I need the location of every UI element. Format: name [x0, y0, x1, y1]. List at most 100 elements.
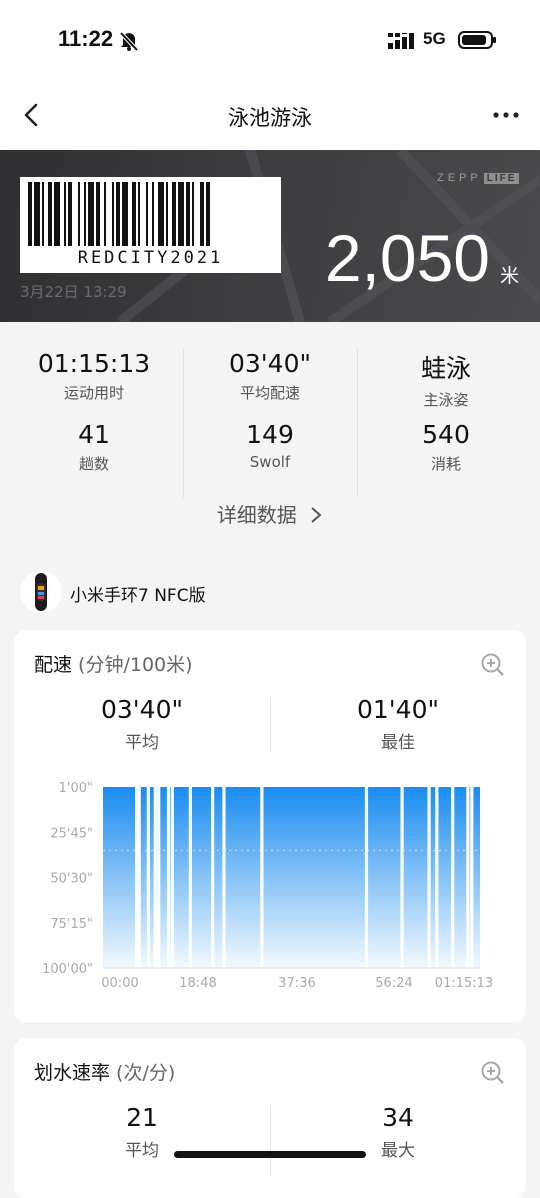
pace-gap [427, 786, 431, 969]
device-avatar [20, 571, 62, 613]
stats-grid: 01:15:13 运动用时 03'40" 平均配速 蛙泳 主泳姿 41 趟数 1… [0, 322, 540, 544]
barcode-bar [48, 182, 52, 246]
zepp-life-logo: ZEPP LIFE [437, 172, 520, 184]
status-bar: 11:22 5G [0, 0, 540, 80]
y-tick-label: 25'45" [50, 826, 93, 841]
pace-gap [364, 786, 369, 969]
barcode-bar [96, 182, 100, 246]
barcode-bar [64, 182, 66, 246]
x-tick-label: 56:24 [375, 976, 412, 991]
pace-gap [153, 786, 157, 969]
network-type: 5G [423, 29, 446, 48]
stat-value: 41 [78, 420, 110, 449]
x-tick-label: 01:15:13 [435, 976, 493, 991]
workout-banner: REDCITY2021 3月22日 13:29 ZEPP LIFE 2,050 … [0, 150, 540, 322]
pace-gap [137, 786, 141, 969]
pace-gap [435, 786, 439, 969]
distance-unit: 米 [500, 265, 520, 287]
barcode-bar [28, 182, 32, 246]
barcode-bar [54, 182, 60, 246]
divider [357, 348, 358, 498]
home-indicator [174, 1151, 366, 1158]
stat-calories: 540 消耗 [356, 420, 536, 474]
barcode-bar [146, 182, 148, 246]
x-tick-label: 00:00 [101, 976, 138, 991]
stroke-card-title: 划水速率 (次/分) [34, 1058, 175, 1085]
stat-value: 蛙泳 [420, 354, 471, 383]
stat-label: 趟数 [78, 455, 109, 473]
pace-gap [260, 786, 264, 969]
barcode-bar [172, 182, 176, 246]
stat-duration: 01:15:13 运动用时 [4, 349, 184, 403]
stroke-title: 划水速率 [34, 1062, 111, 1084]
barcode-bar [158, 182, 164, 246]
y-tick-label: 1'00" [59, 781, 93, 796]
stat-label: 平均配速 [239, 384, 300, 402]
pace-gap [222, 786, 226, 969]
barcode-text: REDCITY2021 [77, 248, 224, 268]
pace-chart: 1'00" 25'45" 50'30" 75'15" 100'00" 00:00 18:48… [42, 781, 493, 991]
stat-label: 主泳姿 [423, 391, 469, 409]
stroke-rate-card: 划水速率 (次/分) 21 平均 34 最大 [14, 1038, 526, 1198]
barcode-bar [166, 182, 168, 246]
device-name: 小米手环7 NFC版 [70, 586, 206, 606]
pace-gap [400, 786, 404, 969]
nav-bar: 泳池游泳 [0, 80, 540, 150]
stroke-avg-value: 21 [126, 1103, 158, 1132]
pace-gap [470, 786, 474, 969]
stat-swolf: 149 Swolf [180, 420, 360, 471]
logo-zepp: ZEPP [437, 172, 482, 184]
pace-gap [451, 786, 455, 969]
barcode-bar [138, 182, 140, 246]
barcode-bar [122, 182, 128, 246]
page-title: 泳池游泳 [228, 106, 312, 130]
stat-label: 运动用时 [63, 384, 124, 402]
y-tick-label: 75'15" [50, 917, 93, 932]
workout-date: 3月22日 13:29 [20, 283, 127, 301]
barcode-bar [116, 182, 120, 246]
barcode-bar [112, 182, 114, 246]
barcode-bar [206, 182, 210, 246]
zoom-in-icon[interactable] [480, 1060, 506, 1086]
barcode-bar [104, 182, 106, 246]
pace-gap [166, 786, 171, 969]
distance-value: 2,050 [324, 221, 490, 295]
smart-band-icon [35, 573, 47, 611]
stat-label: 消耗 [430, 455, 461, 473]
barcode-bar [200, 182, 204, 246]
pace-gap [157, 786, 161, 969]
x-tick-label: 18:48 [179, 976, 216, 991]
stroke-max-value: 34 [382, 1103, 414, 1132]
pace-gap [188, 786, 192, 969]
barcode-bar [186, 182, 190, 246]
more-dots-icon[interactable] [490, 100, 522, 130]
pace-gap [210, 786, 215, 969]
x-tick-label: 37:36 [278, 976, 315, 991]
stat-laps: 41 趟数 [4, 420, 184, 474]
status-time: 11:22 [58, 26, 114, 51]
barcode-bar [152, 182, 154, 246]
stat-label: Swolf [249, 453, 291, 471]
y-tick-label: 100'00" [42, 962, 93, 977]
detail-data-link[interactable]: 详细数据 [0, 499, 540, 528]
barcode-bar [68, 182, 72, 246]
detail-data-label: 详细数据 [216, 503, 297, 527]
barcode-bar [84, 182, 86, 246]
barcode-bar [42, 182, 44, 246]
stat-value: 03'40" [229, 349, 311, 378]
battery-icon [458, 31, 496, 49]
barcode-bar [132, 182, 136, 246]
barcode-bar [178, 182, 184, 246]
barcode-bar [78, 182, 80, 246]
stat-stroke-style: 蛙泳 主泳姿 [356, 349, 536, 410]
pace-gap [466, 786, 470, 969]
stat-avg-pace: 03'40" 平均配速 [180, 349, 360, 403]
stat-value: 540 [422, 420, 470, 449]
barcode-bar [34, 182, 40, 246]
stat-value: 01:15:13 [37, 349, 151, 378]
divider [183, 348, 184, 498]
y-tick-label: 50'30" [50, 872, 93, 887]
barcode-sticker: REDCITY2021 [20, 177, 281, 273]
bell-slash-icon [119, 31, 139, 52]
logo-life: LIFE [483, 172, 520, 184]
